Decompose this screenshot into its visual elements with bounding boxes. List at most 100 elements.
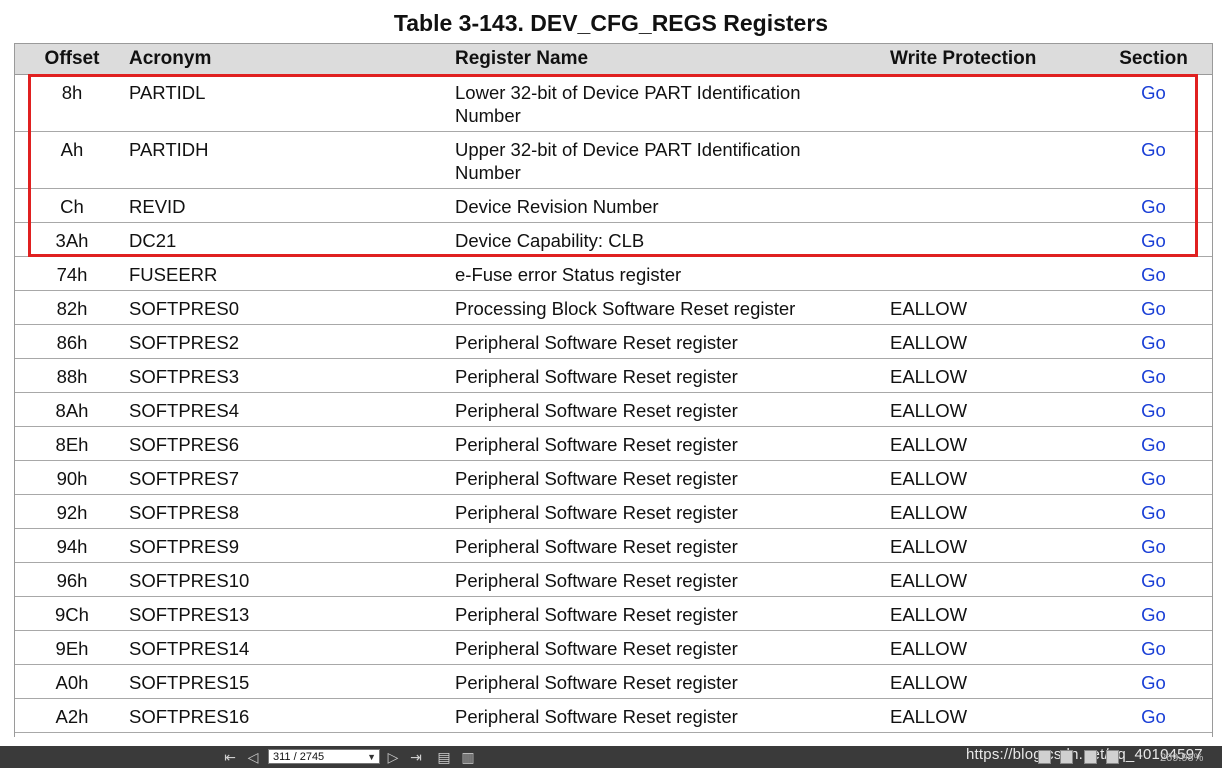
header-section: Section <box>1095 43 1212 75</box>
offset-cell: 96h <box>15 562 129 597</box>
section-cell: Go <box>1095 664 1212 699</box>
offset-cell: 8h <box>15 74 129 132</box>
write-protection-cell: EALLOW <box>890 562 1095 597</box>
header-register-name: Register Name <box>455 43 890 75</box>
table-row: 9Eh SOFTPRES14 Peripheral Software Reset r… <box>15 630 1212 665</box>
write-protection-cell: EALLOW <box>890 290 1095 325</box>
table-row: 90h SOFTPRES7 Peripheral Software Reset re… <box>15 460 1212 495</box>
acronym-cell: SOFTPRES16 <box>129 698 455 733</box>
write-protection-cell: EALLOW <box>890 596 1095 631</box>
section-cell: Go <box>1095 290 1212 325</box>
register-name-cell: Peripheral Software Reset register <box>455 324 890 359</box>
go-link[interactable]: Go <box>1141 502 1166 523</box>
go-link[interactable]: Go <box>1141 298 1166 319</box>
go-link[interactable]: Go <box>1141 230 1166 251</box>
write-protection-cell: EALLOW <box>890 698 1095 733</box>
write-protection-cell <box>890 222 1095 257</box>
section-cell: Go <box>1095 528 1212 563</box>
next-page-icon[interactable]: ▷ <box>386 749 400 765</box>
write-protection-cell: EALLOW <box>890 324 1095 359</box>
table-row: A4hSOFTPRES17Peripheral Software Reset r… <box>15 732 1212 737</box>
section-cell: Go <box>1095 222 1212 257</box>
go-link[interactable]: Go <box>1141 400 1166 421</box>
acronym-cell: SOFTPRES13 <box>129 596 455 631</box>
register-name-cell: Peripheral Software Reset register <box>455 460 890 495</box>
write-protection-cell: EALLOW <box>890 528 1095 563</box>
register-name-cell: Peripheral Software Reset register <box>455 562 890 597</box>
section-cell: Go <box>1095 426 1212 461</box>
register-name-cell: Peripheral Software Reset register <box>455 664 890 699</box>
go-link[interactable]: Go <box>1141 264 1166 285</box>
continuous-view-icon[interactable] <box>1060 750 1073 764</box>
offset-cell: 74h <box>15 256 129 291</box>
acronym-cell: SOFTPRES7 <box>129 460 455 495</box>
write-protection-cell: EALLOW <box>890 494 1095 529</box>
acronym-cell: SOFTPRES15 <box>129 664 455 699</box>
go-link[interactable]: Go <box>1141 536 1166 557</box>
offset-cell: A0h <box>15 664 129 699</box>
go-link[interactable]: Go <box>1141 82 1166 103</box>
section-cell: Go <box>1095 358 1212 393</box>
write-protection-cell: EALLOW <box>890 664 1095 699</box>
go-link[interactable]: Go <box>1141 196 1166 217</box>
single-page-view-icon[interactable] <box>1038 750 1051 764</box>
table-title: Table 3-143. DEV_CFG_REGS Registers <box>393 10 829 36</box>
table-row: 3Ah DC21 Device Capability: CLB Go <box>15 222 1212 257</box>
offset-cell: 90h <box>15 460 129 495</box>
section-cell: Go <box>1095 460 1212 495</box>
register-name-cell: Peripheral Software Reset register <box>455 630 890 665</box>
table-row: 86h SOFTPRES2 Peripheral Software Reset re… <box>15 324 1212 359</box>
table-row: 92h SOFTPRES8 Peripheral Software Reset re… <box>15 494 1212 529</box>
section-cell: Go <box>1095 131 1212 189</box>
section-cell: Go <box>1095 562 1212 597</box>
register-name-cell: Peripheral Software Reset register <box>455 426 890 461</box>
go-link[interactable]: Go <box>1141 672 1166 693</box>
go-link[interactable]: Go <box>1141 434 1166 455</box>
go-link[interactable]: Go <box>1141 570 1166 591</box>
viewer-statusbar: ⇤ ◁ 311 / 2745 ▼ ▷ ⇥ ▤ ▥ https://blog.cs… <box>0 746 1222 768</box>
register-name-cell: Peripheral Software Reset register <box>455 698 890 733</box>
write-protection-cell <box>890 256 1095 291</box>
acronym-cell: SOFTPRES10 <box>129 562 455 597</box>
register-table-container: Offset Acronym Register Name Write Prote… <box>14 43 1213 737</box>
register-name-cell: Peripheral Software Reset register <box>455 528 890 563</box>
go-link[interactable]: Go <box>1141 139 1166 160</box>
go-link[interactable]: Go <box>1141 468 1166 489</box>
first-page-icon[interactable]: ⇤ <box>222 749 238 765</box>
go-link[interactable]: Go <box>1141 366 1166 387</box>
offset-cell: 8Ah <box>15 392 129 427</box>
go-link[interactable]: Go <box>1141 604 1166 625</box>
prev-page-icon[interactable]: ◁ <box>246 749 260 765</box>
section-cell: Go <box>1095 392 1212 427</box>
section-cell: Go <box>1095 324 1212 359</box>
two-page-continuous-view-icon[interactable] <box>1106 750 1119 764</box>
acronym-cell: SOFTPRES3 <box>129 358 455 393</box>
go-link[interactable]: Go <box>1141 638 1166 659</box>
table-row: 74h FUSEERR e-Fuse error Status register Go <box>15 256 1212 291</box>
go-link[interactable]: Go <box>1141 332 1166 353</box>
acronym-cell: SOFTPRES8 <box>129 494 455 529</box>
last-page-icon[interactable]: ⇥ <box>408 749 424 765</box>
write-protection-cell: EALLOW <box>890 630 1095 665</box>
page-indicator: 311 / 2745 <box>273 751 325 763</box>
offset-cell: 94h <box>15 528 129 563</box>
go-link[interactable]: Go <box>1141 706 1166 727</box>
acronym-cell: SOFTPRES14 <box>129 630 455 665</box>
two-page-view-icon[interactable] <box>1084 750 1097 764</box>
prev-view-icon[interactable]: ▤ <box>436 749 452 765</box>
acronym-cell: DC21 <box>129 222 455 257</box>
section-cell: Go <box>1095 732 1212 737</box>
register-name-cell: Lower 32-bit of Device PART Identificati… <box>455 74 890 132</box>
page-number-field[interactable]: 311 / 2745 ▼ <box>268 749 380 764</box>
offset-cell: 82h <box>15 290 129 325</box>
zoom-level[interactable]: 269.98% <box>1160 752 1203 764</box>
register-name-cell: Device Capability: CLB <box>455 222 890 257</box>
acronym-cell: FUSEERR <box>129 256 455 291</box>
section-cell: Go <box>1095 74 1212 132</box>
header-write-protection: Write Protection <box>890 43 1095 75</box>
acronym-cell: SOFTPRES6 <box>129 426 455 461</box>
next-view-icon[interactable]: ▥ <box>460 749 476 765</box>
chevron-down-icon[interactable]: ▼ <box>367 750 376 765</box>
register-name-cell: Peripheral Software Reset register <box>455 596 890 631</box>
table-row: A0h SOFTPRES15 Peripheral Software Reset r… <box>15 664 1212 699</box>
